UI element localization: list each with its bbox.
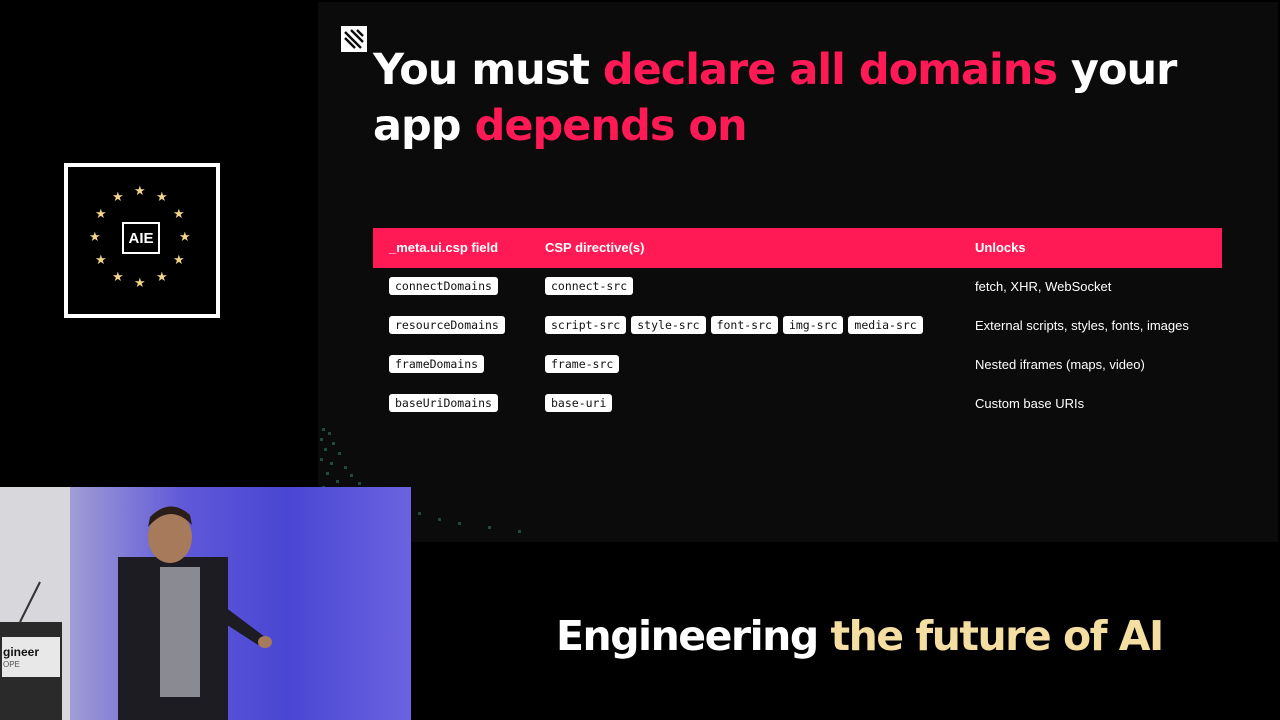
directive-chip: style-src: [631, 316, 706, 334]
header-unlocks: Unlocks: [975, 240, 1026, 255]
star-icon: ★: [173, 252, 185, 267]
star-icon: ★: [173, 206, 185, 221]
speaker-video: gineer OPE: [0, 487, 411, 720]
star-icon: ★: [112, 269, 124, 284]
directive-chip: connect-src: [545, 277, 634, 295]
badge-inner: ★ ★ ★ ★ ★ ★ ★ ★ ★ ★ ★ ★ AIE: [68, 167, 216, 314]
title-highlight2: depends on: [474, 101, 748, 151]
header-field: _meta.ui.csp field: [389, 240, 499, 255]
event-tagline: Engineering the future of AI: [556, 612, 1165, 660]
star-icon: ★: [179, 229, 191, 244]
unlocks-text: Nested iframes (maps, video): [975, 357, 1145, 372]
header-directive: CSP directive(s): [545, 240, 645, 255]
table-row: resourceDomains script-src style-src fon…: [373, 307, 1222, 346]
star-icon: ★: [112, 189, 124, 204]
podium-text: gineer: [3, 645, 40, 659]
directive-chip: script-src: [545, 316, 627, 334]
unlocks-text: Custom base URIs: [975, 396, 1085, 411]
table-row: connectDomains connect-src fetch, XHR, W…: [373, 268, 1222, 307]
podium-subtext: OPE: [3, 660, 20, 669]
field-chip: resourceDomains: [389, 316, 505, 334]
star-icon: ★: [95, 252, 107, 267]
field-chip: baseUriDomains: [389, 394, 498, 412]
directive-chip: media-src: [848, 316, 923, 334]
directive-chip: frame-src: [545, 355, 620, 373]
star-icon: ★: [156, 269, 168, 284]
table-row: baseUriDomains base-uri Custom base URIs: [373, 385, 1222, 424]
field-chip: frameDomains: [389, 355, 485, 373]
slide-logo-icon: [341, 26, 367, 52]
presentation-slide: You must declare all domains your app de…: [318, 2, 1278, 542]
table-header: _meta.ui.csp field CSP directive(s) Unlo…: [373, 228, 1222, 268]
directive-chip: base-uri: [545, 394, 613, 412]
tagline-part2: the future of AI: [830, 612, 1165, 660]
directive-chip: font-src: [710, 316, 778, 334]
aie-label: AIE: [122, 222, 160, 254]
aie-badge: ★ ★ ★ ★ ★ ★ ★ ★ ★ ★ ★ ★ AIE: [64, 163, 220, 318]
field-chip: connectDomains: [389, 277, 498, 295]
table-row: frameDomains frame-src Nested iframes (m…: [373, 346, 1222, 385]
csp-table: _meta.ui.csp field CSP directive(s) Unlo…: [373, 228, 1222, 424]
star-icon: ★: [134, 275, 146, 290]
unlocks-text: fetch, XHR, WebSocket: [975, 279, 1112, 294]
title-highlight1: declare all domains: [602, 45, 1058, 95]
directive-chip: img-src: [782, 316, 844, 334]
title-part1: You must: [373, 45, 603, 95]
star-icon: ★: [134, 183, 146, 198]
tagline-part1: Engineering: [556, 612, 831, 660]
star-icon: ★: [156, 189, 168, 204]
star-icon: ★: [95, 206, 107, 221]
star-icon: ★: [89, 229, 101, 244]
slide-title: You must declare all domains your app de…: [373, 42, 1233, 154]
unlocks-text: External scripts, styles, fonts, images: [975, 318, 1189, 333]
speaker-scene: [0, 487, 272, 720]
